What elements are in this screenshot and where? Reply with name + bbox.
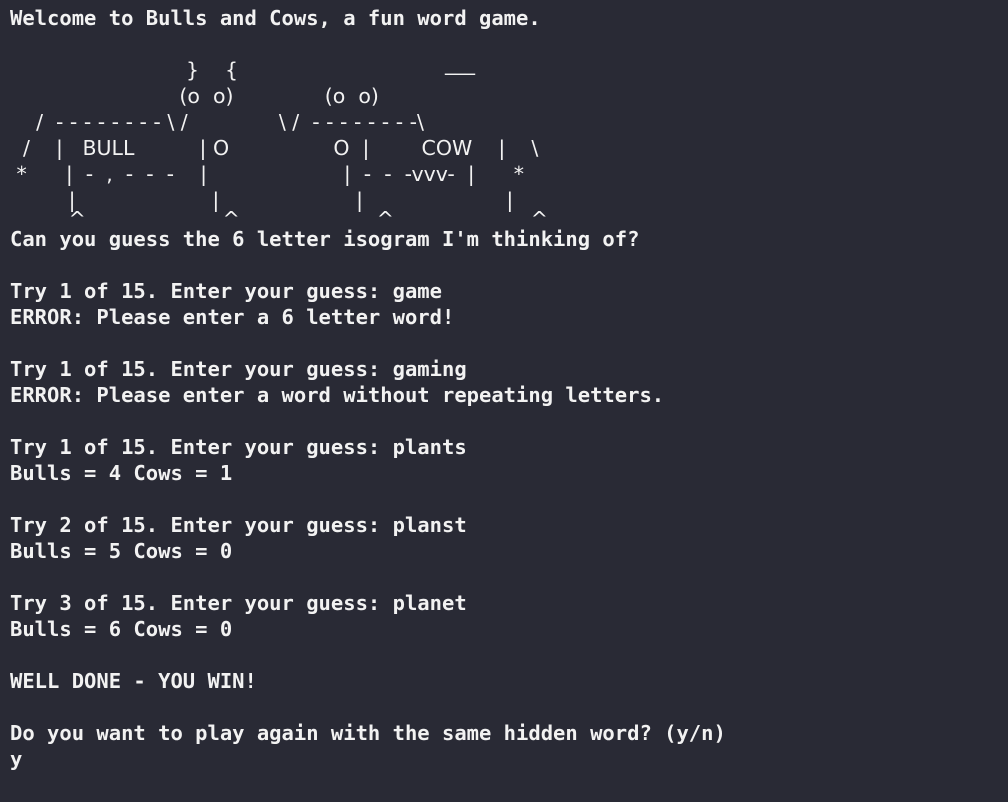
input-line[interactable]: y xyxy=(10,746,1008,772)
text-cursor xyxy=(22,749,33,769)
terminal-window[interactable]: Welcome to Bulls and Cows, a fun word ga… xyxy=(0,0,1008,802)
error-line: ERROR: Please enter a word without repea… xyxy=(10,383,665,407)
welcome-line: Welcome to Bulls and Cows, a fun word ga… xyxy=(10,6,541,30)
cow-hat: ___ xyxy=(445,51,475,75)
try-prompt-line: Try 1 of 15. Enter your guess: gaming xyxy=(10,357,467,381)
ascii-art: ___ } { (o o) (o o) / - - - - - - - - \ … xyxy=(10,53,1008,231)
art-line-2: (o o) (o o) xyxy=(10,84,379,108)
result-line: Bulls = 6 Cows = 0 xyxy=(10,617,233,641)
try-prompt-line: Try 1 of 15. Enter your guess: plants xyxy=(10,435,467,459)
art-line-7: ^ ^ ^ ^ xyxy=(10,207,548,231)
art-line-4: / | BULL | O O | COW | \ xyxy=(10,136,539,160)
result-line: Bulls = 5 Cows = 0 xyxy=(10,539,233,563)
result-line: Bulls = 4 Cows = 1 xyxy=(10,461,233,485)
win-line: WELL DONE - YOU WIN! xyxy=(10,669,257,693)
art-line-5: * | - , - - - | | - - -vvv- | * xyxy=(10,162,525,186)
error-line: ERROR: Please enter a 6 letter word! xyxy=(10,305,455,329)
try-prompt-line: Try 1 of 15. Enter your guess: game xyxy=(10,279,442,303)
try-prompt-line: Try 2 of 15. Enter your guess: planst xyxy=(10,513,467,537)
try-prompt-line: Try 3 of 15. Enter your guess: planet xyxy=(10,591,467,615)
user-answer: y xyxy=(10,747,23,771)
art-line-3: / - - - - - - - - \ / \ / - - - - - - - … xyxy=(10,110,424,134)
play-again-prompt: Do you want to play again with the same … xyxy=(10,721,726,745)
art-line-1: } { xyxy=(10,58,239,82)
